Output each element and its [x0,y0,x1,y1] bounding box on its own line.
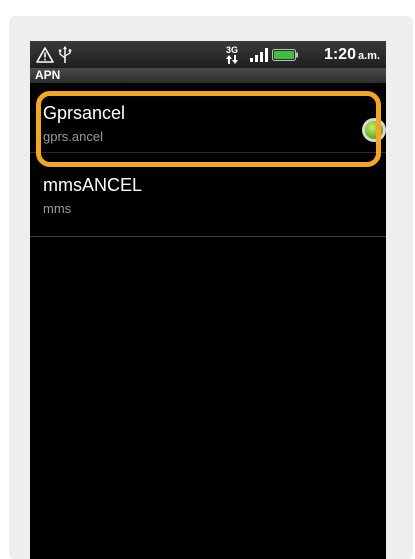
apn-address: mms [43,201,72,216]
apn-list-item[interactable]: Gprsancel gprs.ancel [30,83,386,153]
clock-time: 1:20 [323,46,356,63]
apn-selected-radio[interactable] [362,118,386,142]
clock: 1:20 a.m. [324,41,380,68]
apn-name: mmsANCEL [43,175,143,195]
radio-selected-icon [365,121,383,139]
3g-data-icon: 3G [226,41,238,68]
section-header: APN [30,68,386,83]
warning-icon [36,41,54,68]
apn-list-item[interactable]: mmsANCEL mms [30,165,386,237]
signal-icon [250,41,268,68]
apn-address: gprs.ancel [43,129,103,144]
status-bar: 3G 1:20 a.m. [30,41,386,68]
usb-icon [58,41,72,68]
phone-screen: 3G 1:20 a.m. APN Gprsancel gprs.ancel mm… [30,41,386,559]
network-type-label: 3G [226,44,239,55]
battery-icon [272,41,298,68]
apn-name: Gprsancel [43,103,126,123]
clock-ampm: a.m. [357,50,380,62]
